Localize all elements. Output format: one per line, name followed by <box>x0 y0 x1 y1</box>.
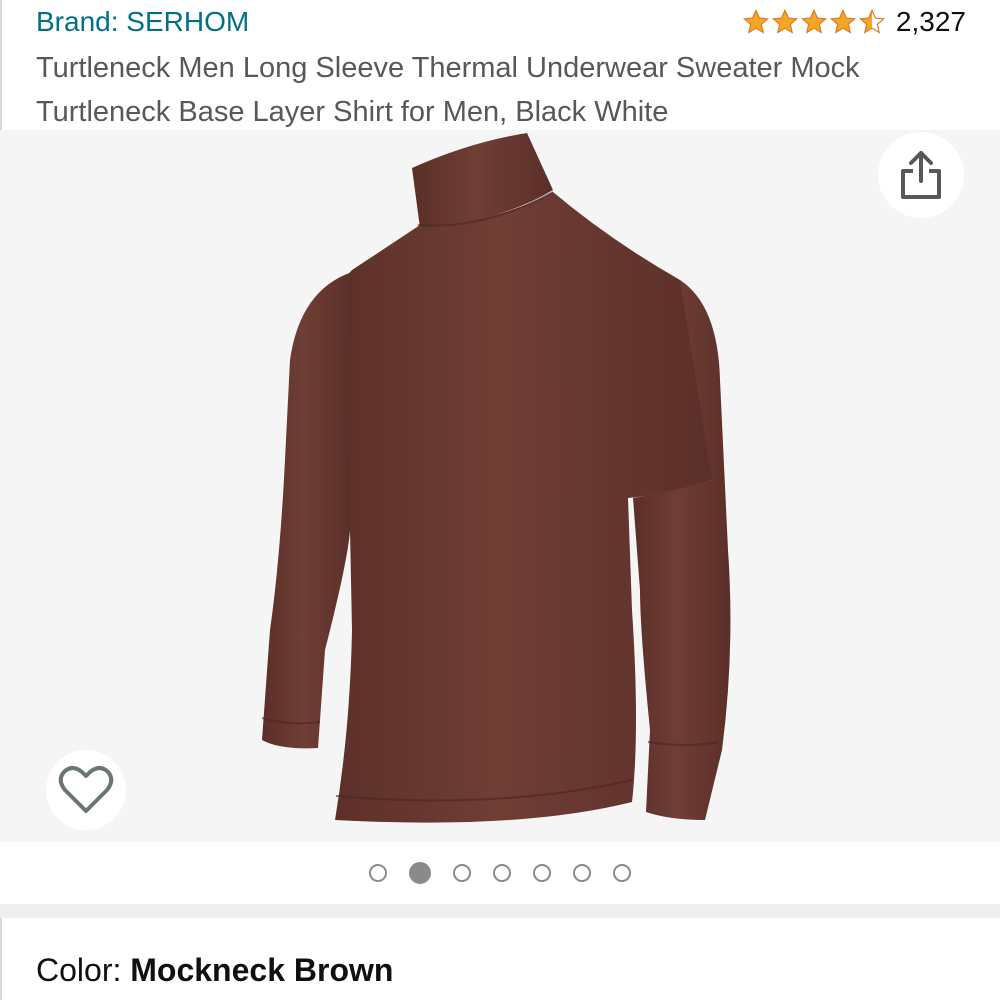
add-to-wishlist-button[interactable] <box>46 750 126 830</box>
pagination-dot[interactable] <box>533 864 551 882</box>
product-header: Brand: SERHOM 2,327 Turtleneck Men Long … <box>0 0 1000 130</box>
product-image-gallery[interactable] <box>0 130 1000 842</box>
star-icon <box>800 8 827 34</box>
star-icon <box>742 8 769 34</box>
star-icon <box>829 8 856 34</box>
star-icon <box>771 8 798 34</box>
color-label: Color: <box>36 952 122 988</box>
pagination-dot[interactable] <box>409 862 431 884</box>
section-divider <box>0 904 1000 918</box>
pagination-dot[interactable] <box>573 864 591 882</box>
rating-count: 2,327 <box>895 6 966 37</box>
pagination-dot[interactable] <box>613 864 631 882</box>
image-pagination <box>0 842 1000 904</box>
brand-link[interactable]: Brand: SERHOM <box>36 4 249 40</box>
selected-color-value: Mockneck Brown <box>130 952 394 988</box>
product-image <box>261 133 731 823</box>
share-icon <box>901 151 941 199</box>
heart-outline-icon <box>58 766 114 813</box>
pagination-dot[interactable] <box>493 864 511 882</box>
color-selection: Color: Mockneck Brown <box>36 948 393 992</box>
product-title: Turtleneck Men Long Sleeve Thermal Under… <box>36 52 860 128</box>
share-button[interactable] <box>878 132 964 218</box>
rating-summary[interactable]: 2,327 <box>742 4 966 40</box>
pagination-dot[interactable] <box>369 864 387 882</box>
star-icon <box>858 8 885 34</box>
pagination-dot[interactable] <box>453 864 471 882</box>
turtleneck-shirt <box>262 133 731 823</box>
star-rating <box>742 8 886 36</box>
